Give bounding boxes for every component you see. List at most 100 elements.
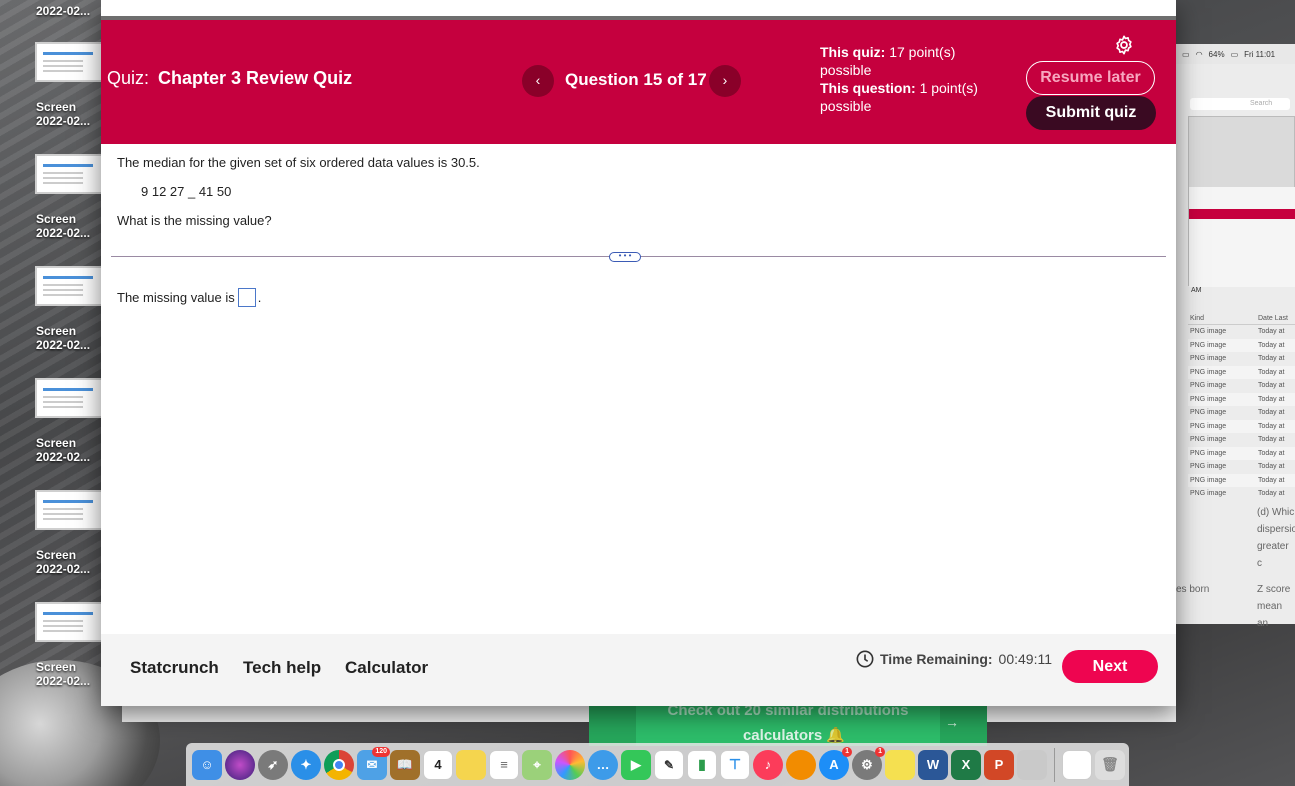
calendar-icon[interactable]: 4 (423, 749, 453, 780)
notes-icon[interactable] (456, 749, 486, 780)
table-row[interactable]: PNG image Today at (1188, 325, 1295, 339)
finder-icon[interactable]: ☺ (192, 749, 222, 780)
screenshot-thumbnail (35, 602, 105, 642)
table-row[interactable]: PNG image Today at (1188, 392, 1295, 406)
table-row[interactable]: PNG image Today at (1188, 379, 1295, 393)
file-label: Screen (36, 212, 77, 226)
time-remaining: Time Remaining: 00:49:11 (856, 650, 1052, 668)
wifi-icon[interactable]: ◠ (1196, 50, 1203, 59)
books-icon[interactable] (786, 749, 816, 780)
numbers-icon[interactable]: ▮ (687, 749, 717, 780)
desktop-file-label: 2022-02... (36, 4, 91, 18)
battery-icon[interactable]: ▭ (1231, 50, 1239, 59)
app-store-icon[interactable]: A1 (819, 746, 852, 780)
question-prompt: What is the missing value? (117, 213, 272, 228)
question-points-label: This question: (820, 80, 916, 96)
time-remaining-label: Time Remaining: (880, 651, 993, 667)
submit-quiz-button[interactable]: Submit quiz (1026, 96, 1156, 130)
finder-file-table: Kind Date Last PNG image Today at PNG ima… (1188, 313, 1295, 501)
menu-bar: ▭ ◠ 64% ▭ Fri 11:01 (1176, 44, 1295, 64)
expand-handle[interactable]: • • • (609, 252, 641, 262)
battery-percent[interactable]: 64% (1209, 50, 1225, 59)
file-label: 2022-02... (36, 450, 91, 464)
calculator-link[interactable]: Calculator (345, 658, 428, 678)
resume-later-button[interactable]: Resume later (1026, 61, 1155, 95)
background-text: greater c (1257, 541, 1289, 569)
file-label: Screen (36, 100, 77, 114)
excel-icon[interactable]: X (951, 749, 981, 780)
table-row[interactable]: PNG image Today at (1188, 460, 1295, 474)
contacts-icon[interactable]: 📖 (390, 749, 420, 780)
desktop-screenshot-file[interactable]: Screen 2022-02... (30, 490, 110, 576)
file-label: 2022-02... (36, 562, 91, 576)
background-text: (d) Whic (1257, 507, 1295, 518)
keynote-icon[interactable]: ⊤ (720, 749, 750, 780)
table-row[interactable]: PNG image Today at (1188, 406, 1295, 420)
facetime-icon[interactable]: ▶ (621, 749, 651, 780)
safari-icon[interactable]: ✦ (291, 749, 321, 780)
calculator-ad-banner[interactable]: Check out 20 similar distributions calcu… (589, 702, 987, 746)
file-label: 2022-02... (36, 338, 91, 352)
file-label: Screen (36, 324, 77, 338)
launchpad-icon[interactable]: ➶ (258, 749, 288, 780)
siri-icon[interactable] (225, 749, 255, 780)
desktop-screenshot-file[interactable]: Screen 2022-02... (30, 154, 110, 240)
trash-icon[interactable]: 🗑 (1095, 749, 1125, 780)
background-text: mean an (1257, 601, 1283, 629)
table-row[interactable]: PNG image Today at (1188, 473, 1295, 487)
file-label: Screen (36, 660, 77, 674)
finder-search-input[interactable]: Search (1190, 98, 1290, 110)
messages-icon[interactable]: … (588, 749, 618, 780)
maps-icon[interactable]: ⌖ (522, 749, 552, 780)
chevron-left-icon: ‹ (535, 72, 541, 88)
answer-input[interactable] (237, 288, 256, 307)
gear-icon[interactable] (1113, 34, 1135, 56)
screenshot-thumbnail (35, 42, 105, 82)
quiz-title-name: Chapter 3 Review Quiz (158, 68, 353, 88)
file-label: Screen (36, 548, 77, 562)
desktop-screenshot-file[interactable]: Screen 2022-02... (30, 42, 110, 128)
table-row[interactable]: PNG image Today at (1188, 365, 1295, 379)
table-row[interactable]: PNG image Today at (1188, 352, 1295, 366)
next-button[interactable]: Next (1062, 650, 1158, 683)
downloads-stack-icon[interactable] (1062, 749, 1092, 780)
chrome-icon[interactable] (324, 749, 354, 780)
reminders-icon[interactable]: ≡ (489, 749, 519, 780)
word-icon[interactable]: W (918, 749, 948, 780)
ad-text: calculators 🔔 (742, 727, 846, 744)
dock: ☺ ➶ ✦ ✉ 120 📖 4 ≡ ⌖ … ▶ ✎ ▮ ⊤ ♪ A1 ⚙ 1 W X… (186, 743, 1129, 786)
stickies-icon[interactable] (885, 749, 915, 780)
desktop-screenshot-file[interactable]: Screen 2022-02... (30, 602, 110, 688)
airplay-icon[interactable]: ▭ (1182, 50, 1190, 59)
desktop-screenshot-file[interactable]: Screen 2022-02... (30, 266, 110, 352)
answer-prefix: The missing value is (117, 290, 235, 305)
column-header-date[interactable]: Date Last (1258, 315, 1295, 322)
window-top-strip (101, 0, 1176, 16)
screenshot-thumbnail (35, 490, 105, 530)
quiz-window: Quiz: Chapter 3 Review Quiz ‹ Question 1… (101, 0, 1176, 706)
textedit-icon[interactable]: ✎ (654, 749, 684, 780)
next-question-button[interactable]: › (709, 65, 741, 97)
table-row[interactable]: PNG image Today at (1188, 338, 1295, 352)
tech-help-link[interactable]: Tech help (243, 658, 321, 678)
preview-icon[interactable] (1017, 749, 1047, 780)
desktop-screenshot-file[interactable]: Screen 2022-02... (30, 378, 110, 464)
photos-icon[interactable] (555, 749, 585, 780)
table-row[interactable]: PNG image Today at (1188, 419, 1295, 433)
menubar-clock[interactable]: Fri 11:01 (1244, 50, 1275, 59)
table-row[interactable]: PNG image Today at (1188, 487, 1295, 501)
screenshot-thumbnail (35, 154, 105, 194)
powerpoint-icon[interactable]: P (984, 749, 1014, 780)
statcrunch-link[interactable]: Statcrunch (130, 658, 219, 678)
table-row[interactable]: PNG image Today at (1188, 446, 1295, 460)
background-text: es born (1176, 584, 1210, 595)
points-info: This quiz: 17 point(s) possible This que… (820, 43, 1010, 115)
mail-icon[interactable]: ✉ 120 (357, 746, 390, 780)
previous-question-button[interactable]: ‹ (522, 65, 554, 97)
question-counter: Question 15 of 17 (565, 70, 707, 89)
question-text: The median for the given set of six orde… (117, 155, 480, 170)
table-row[interactable]: PNG image Today at (1188, 433, 1295, 447)
system-preferences-icon[interactable]: ⚙ 1 (852, 746, 885, 780)
column-header-kind[interactable]: Kind (1188, 315, 1258, 322)
music-icon[interactable]: ♪ (753, 749, 783, 780)
